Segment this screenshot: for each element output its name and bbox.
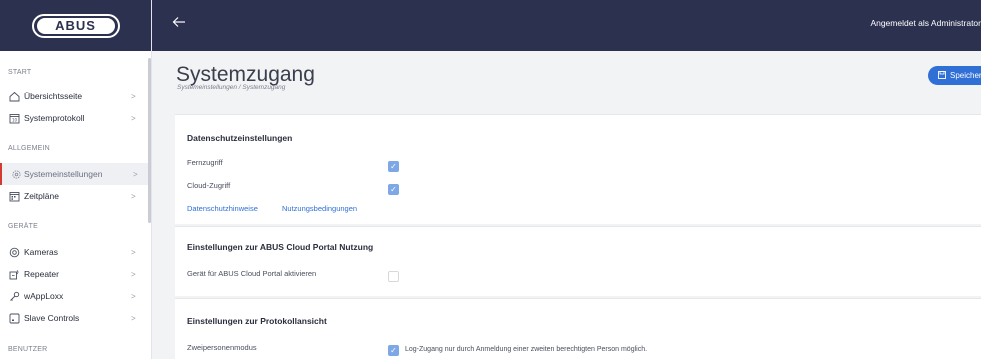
sidebar-item-label: Systemeinstellungen: [24, 169, 103, 179]
chevron-right-icon: >: [131, 291, 136, 301]
privacy-notice-link[interactable]: Datenschutzhinweise: [187, 204, 258, 213]
gear-icon: [11, 169, 22, 180]
card-title: Einstellungen zur Protokollansicht: [187, 316, 327, 326]
sidebar-item-label: Kameras: [24, 247, 59, 257]
breadcrumb[interactable]: Systemeinstellungen / Systemzugang: [177, 84, 285, 91]
save-button[interactable]: Speichern: [928, 66, 981, 85]
cloud-portal-card: Einstellungen zur ABUS Cloud Portal Nutz…: [175, 226, 981, 296]
abus-logo[interactable]: ABUS: [31, 13, 120, 38]
svg-text:10: 10: [12, 117, 18, 122]
remote-access-checkbox[interactable]: ✓: [388, 161, 399, 172]
log-view-card: Einstellungen zur Protokollansicht Zweip…: [175, 298, 981, 359]
cloud-access-label: Cloud-Zugriff: [187, 181, 231, 190]
schedule-icon: [9, 191, 20, 202]
sidebar-scrollbar[interactable]: [148, 58, 151, 223]
two-person-mode-checkbox[interactable]: ✓: [388, 345, 399, 356]
slave-control-icon: [9, 313, 20, 324]
sidebar-item-label: Übersichtsseite: [24, 91, 83, 101]
floppy-disk-icon: [938, 70, 946, 81]
checkmark-icon: ✓: [390, 162, 397, 171]
home-icon: [9, 91, 20, 102]
sidebar-item-slave-controls[interactable]: Slave Controls >: [0, 307, 150, 329]
logged-in-user: Angemeldet als Administrator: [870, 18, 981, 28]
sidebar-item-label: wAppLoxx: [24, 291, 64, 301]
cloud-access-checkbox[interactable]: ✓: [388, 184, 399, 195]
sidebar-item-repeater[interactable]: Repeater >: [0, 263, 150, 285]
sidebar-item-label: Repeater: [24, 269, 59, 279]
sidebar-item-system-settings[interactable]: Systemeinstellungen >: [0, 163, 150, 185]
section-label-general: ALLGEMEIN: [8, 145, 50, 152]
repeater-icon: [9, 269, 20, 280]
sidebar-item-label: Zeitpläne: [24, 191, 59, 201]
camera-icon: [9, 247, 20, 258]
chevron-right-icon: >: [133, 169, 138, 179]
card-title: Datenschutzeinstellungen: [187, 133, 293, 143]
privacy-settings-card: Datenschutzeinstellungen Fernzugriff ✓ C…: [175, 114, 981, 224]
logo-bar: ABUS: [0, 0, 151, 51]
chevron-right-icon: >: [131, 191, 136, 201]
calendar-icon: 10: [9, 113, 20, 124]
key-icon: [9, 291, 20, 302]
chevron-right-icon: >: [131, 247, 136, 257]
sidebar-item-wapploxx[interactable]: wAppLoxx >: [0, 285, 150, 307]
checkmark-icon: ✓: [390, 346, 397, 355]
top-bar: Angemeldet als Administrator: [152, 0, 981, 51]
checkmark-icon: ✓: [390, 185, 397, 194]
remote-access-label: Fernzugriff: [187, 158, 223, 167]
sidebar-item-schedules[interactable]: Zeitpläne >: [0, 185, 150, 207]
sidebar-item-system-log[interactable]: 10 Systemprotokoll >: [0, 107, 150, 129]
sidebar: ABUS START Übersichtsseite > 10 Systempr…: [0, 0, 152, 359]
sidebar-item-cameras[interactable]: Kameras >: [0, 241, 150, 263]
chevron-right-icon: >: [131, 113, 136, 123]
save-button-label: Speichern: [950, 71, 981, 80]
chevron-right-icon: >: [131, 91, 136, 101]
section-label-devices: GERÄTE: [8, 223, 38, 230]
sidebar-item-label: Slave Controls: [24, 313, 80, 323]
section-label-users: BENUTZER: [8, 346, 48, 353]
logo-text: ABUS: [36, 17, 115, 34]
cloud-portal-activate-label: Gerät für ABUS Cloud Portal aktivieren: [187, 269, 317, 278]
terms-of-use-link[interactable]: Nutzungsbedingungen: [282, 204, 357, 213]
chevron-right-icon: >: [131, 269, 136, 279]
section-label-start: START: [8, 69, 32, 76]
arrow-left-icon[interactable]: [172, 16, 186, 32]
page-header: Systemzugang Systemeinstellungen / Syste…: [152, 51, 981, 113]
two-person-mode-label: Zweipersonenmodus: [187, 343, 257, 352]
sidebar-item-overview[interactable]: Übersichtsseite >: [0, 85, 150, 107]
cloud-portal-activate-checkbox[interactable]: [388, 271, 399, 282]
chevron-right-icon: >: [131, 313, 136, 323]
card-title: Einstellungen zur ABUS Cloud Portal Nutz…: [187, 242, 374, 252]
two-person-mode-description: Log-Zugang nur durch Anmeldung einer zwe…: [405, 346, 648, 353]
sidebar-item-label: Systemprotokoll: [24, 113, 85, 123]
